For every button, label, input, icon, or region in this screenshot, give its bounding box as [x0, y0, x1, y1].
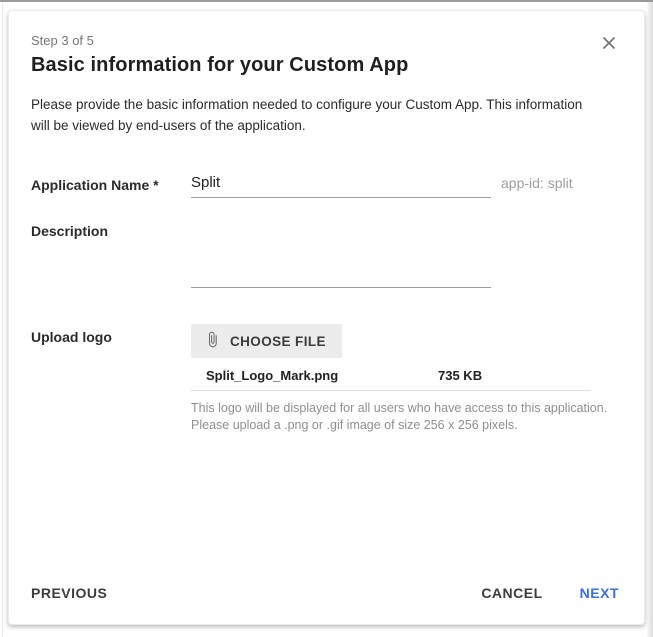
- window-right-edge: [647, 0, 653, 637]
- custom-app-wizard-dialog: Step 3 of 5 Basic information for your C…: [8, 10, 645, 625]
- dialog-footer: PREVIOUS CANCEL NEXT: [9, 585, 644, 624]
- uploaded-file-size: 735 KB: [438, 368, 482, 383]
- application-name-input[interactable]: [191, 172, 491, 198]
- close-icon: [602, 36, 616, 53]
- app-id-hint: app-id: split: [501, 172, 573, 191]
- choose-file-button[interactable]: CHOOSE FILE: [191, 324, 342, 358]
- application-name-label: Application Name *: [31, 172, 191, 193]
- step-indicator: Step 3 of 5: [31, 33, 620, 48]
- paperclip-icon: [204, 331, 221, 351]
- upload-logo-row: Upload logo CHOOSE FILE Split_Logo_Mark.…: [31, 324, 620, 434]
- upload-helper-line: This logo will be displayed for all user…: [191, 400, 620, 417]
- description-label: Description: [31, 218, 191, 239]
- uploaded-file-name: Split_Logo_Mark.png: [206, 368, 438, 383]
- cancel-button[interactable]: CANCEL: [481, 585, 542, 601]
- upload-helper-line: Please upload a .png or .gif image of si…: [191, 417, 620, 434]
- description-row: Description: [31, 218, 620, 288]
- upload-logo-label: Upload logo: [31, 324, 191, 345]
- upload-helper-text: This logo will be displayed for all user…: [191, 400, 620, 434]
- previous-button[interactable]: PREVIOUS: [31, 585, 107, 601]
- form-area: Application Name * app-id: split Descrip…: [9, 172, 644, 434]
- next-button[interactable]: NEXT: [580, 585, 619, 601]
- window-top-edge: [0, 0, 653, 2]
- uploaded-file-row: Split_Logo_Mark.png 735 KB: [191, 368, 591, 391]
- choose-file-button-label: CHOOSE FILE: [230, 334, 326, 349]
- dialog-header: Step 3 of 5 Basic information for your C…: [9, 11, 644, 77]
- description-input[interactable]: [191, 218, 491, 288]
- dialog-intro-text: Please provide the basic information nee…: [9, 94, 625, 136]
- window-left-edge: [2, 0, 3, 637]
- close-button[interactable]: [600, 35, 618, 53]
- application-name-row: Application Name * app-id: split: [31, 172, 620, 198]
- dialog-title: Basic information for your Custom App: [31, 54, 620, 77]
